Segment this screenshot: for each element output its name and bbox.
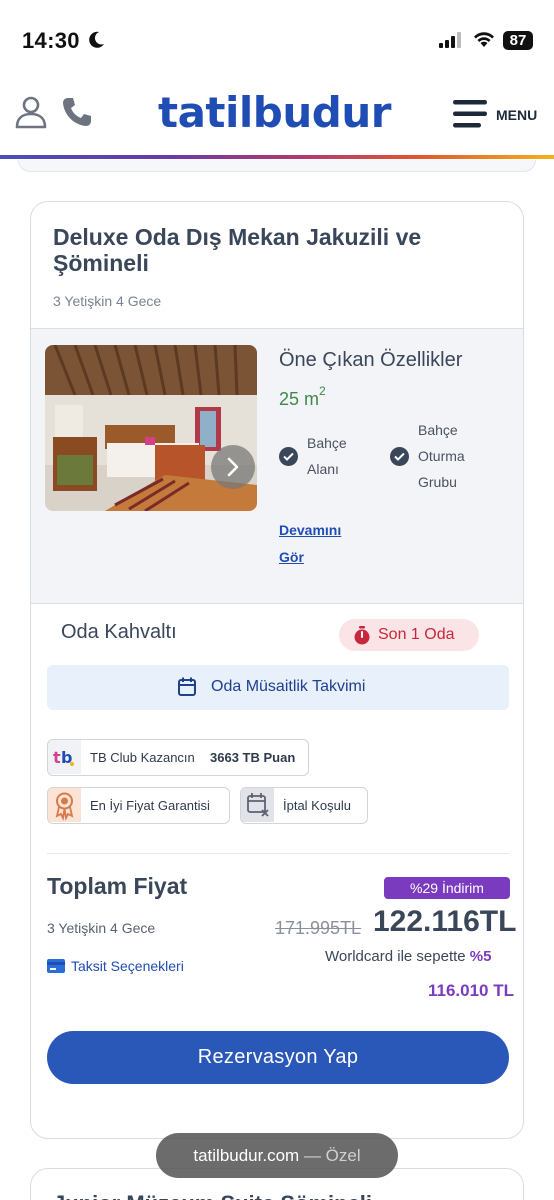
site-header: tatilbudur MENU [0,80,554,160]
worldcard-price: 116.010 TL [428,981,515,1000]
cancellation-label: İptal Koşulu [283,798,351,813]
reserve-button[interactable]: Rezervasyon Yap [47,1031,509,1084]
phone-icon[interactable] [60,95,94,129]
credit-card-icon [47,959,65,973]
worldcard-offer: Worldcard ile sepette %5 [325,948,491,965]
total-guests-nights: 3 Yetişkin 4 Gece [47,920,156,936]
feature-item: Bahçe Alanı [307,435,347,477]
old-price: 171.995TL [275,918,362,938]
worldcard-rate: %5 [469,948,492,965]
total-price-label: Toplam Fiyat [47,873,188,899]
room-title: Deluxe Oda Dış Mekan Jakuzili ve Şöminel… [53,224,422,276]
room-area-unit: 2 [319,384,326,398]
battery-indicator: 87 [503,31,533,50]
calendar-icon [178,677,196,696]
see-more-link[interactable]: Devamını Gör [279,517,359,571]
room-features-panel: Öne Çıkan Özellikler 25 m2 Bahçe Alanı B… [31,328,523,604]
header-gradient-divider [0,155,554,159]
worldcard-text: Worldcard ile sepette [325,948,466,965]
feature-item: Bahçe Oturma Grubu [418,422,465,490]
user-icon[interactable] [14,95,48,129]
page: 14:30 87 tatilbudur MENU Deluxe Oda Dış … [0,0,554,1200]
moon-icon [89,31,104,48]
tb-club-icon: t b [48,740,81,774]
availability-calendar-label: Oda Müsaitlik Takvimi [211,678,366,695]
room-area-value: 25 m [279,389,320,409]
previous-card-bottom [18,160,536,172]
tb-club-chip: t b TB Club Kazancın 3663 TB Puan [47,739,309,776]
section-divider [47,853,509,854]
price-guarantee-chip[interactable]: En İyi Fiyat Garantisi [47,787,230,824]
stopwatch-icon [354,626,370,645]
svg-text:t: t [53,748,61,767]
menu-label[interactable]: MENU [496,107,537,123]
calendar-cancel-icon [241,788,274,822]
installment-options-label: Taksit Seçenekleri [71,958,184,974]
site-logo[interactable]: tatilbudur [158,88,391,137]
status-bar: 14:30 87 [0,0,554,80]
award-ribbon-icon [48,788,81,822]
price-guarantee-label: En İyi Fiyat Garantisi [90,798,210,813]
availability-calendar-button[interactable]: Oda Müsaitlik Takvimi [47,665,509,710]
room-guests-nights: 3 Yetişkin 4 Gece [53,293,162,309]
features-heading: Öne Çıkan Özellikler [279,349,463,371]
browser-mode: Özel [325,1146,361,1165]
hamburger-menu-icon[interactable] [453,99,489,129]
tb-club-points: 3663 TB Puan [210,750,296,765]
room-offer-card: Deluxe Oda Dış Mekan Jakuzili ve Şöminel… [30,201,524,1139]
check-circle-icon [279,447,298,466]
current-price: 122.116TL [373,905,517,938]
tb-club-label: TB Club Kazancın [90,750,195,765]
next-room-title: Junior Müzeum Suite Şömineli [53,1191,372,1200]
browser-domain: tatilbudur.com [193,1146,300,1165]
chevron-right-icon [227,457,239,477]
room-photo[interactable] [45,345,257,511]
photo-next-button[interactable] [211,445,255,489]
cancellation-chip[interactable]: İptal Koşulu [240,787,368,824]
stock-badge-text: Son 1 Oda [378,626,455,643]
wifi-icon [474,32,494,47]
stock-badge: Son 1 Oda [339,619,479,651]
browser-url-pill[interactable]: tatilbudur.com — Özel [156,1133,398,1178]
discount-badge: %29 İndirim [384,877,510,899]
status-time: 14:30 [22,28,80,53]
cellular-signal-icon [439,32,461,48]
room-area: 25 m2 [279,384,326,410]
check-circle-icon [390,447,409,466]
board-type: Oda Kahvaltı [61,621,177,643]
browser-separator: — [303,1146,321,1165]
